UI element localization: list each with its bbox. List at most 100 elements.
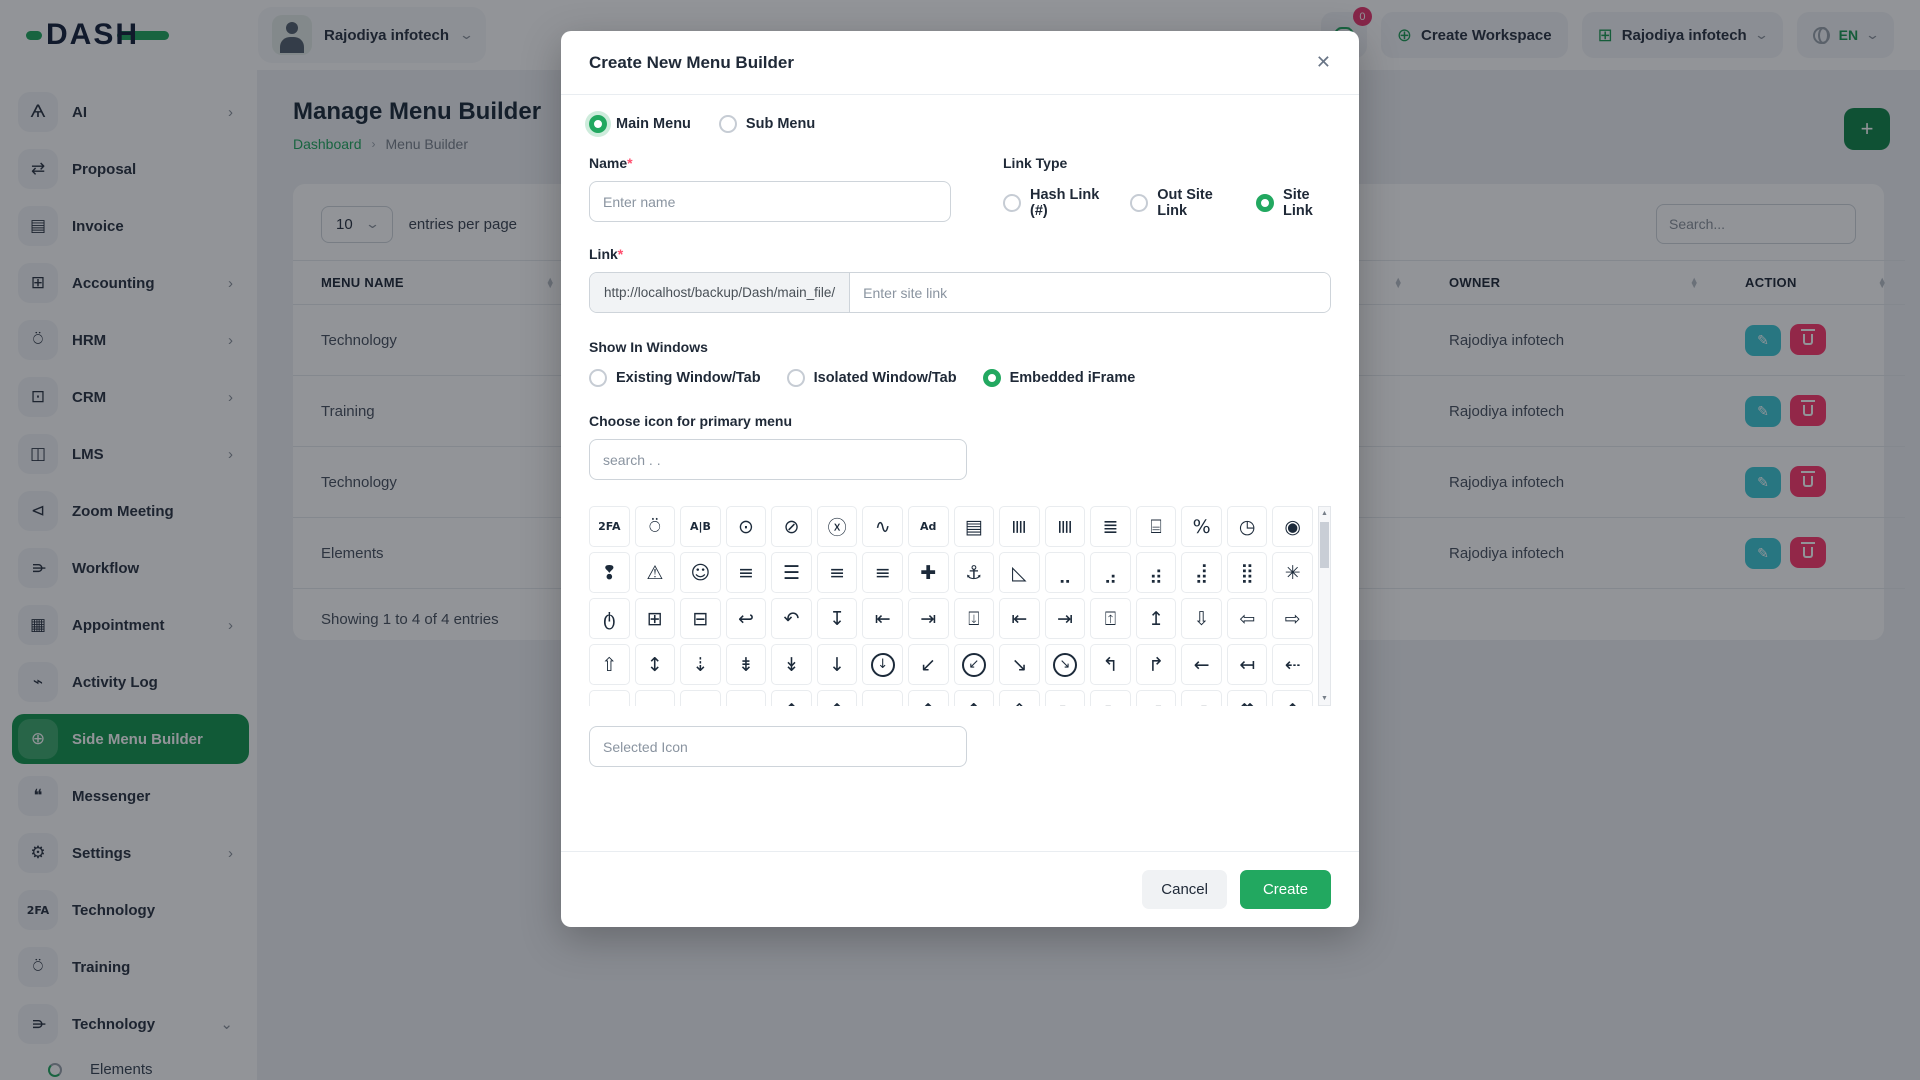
icon-option[interactable]: ⍐: [1090, 598, 1131, 639]
icon-option[interactable]: ↬: [725, 690, 767, 706]
icon-option[interactable]: ⇤: [862, 598, 903, 639]
icon-option[interactable]: ≡: [816, 552, 858, 593]
icon-option[interactable]: ⇤: [999, 598, 1040, 639]
close-icon[interactable]: ✕: [1316, 52, 1331, 73]
icon-option[interactable]: ❢: [589, 552, 630, 593]
scroll-down-icon[interactable]: ▼: [1319, 692, 1330, 705]
icon-option[interactable]: ↑: [907, 690, 949, 706]
icon-option[interactable]: ⇦: [1226, 598, 1268, 639]
icon-option[interactable]: ⇠: [1272, 644, 1313, 685]
icon-option[interactable]: ⇞: [771, 690, 812, 706]
radio-hash-link[interactable]: Hash Link (#): [1003, 187, 1104, 219]
icon-option[interactable]: ⇥: [1044, 598, 1086, 639]
icon-option[interactable]: ⚓: [953, 552, 995, 593]
icon-option[interactable]: ↰: [1090, 644, 1131, 685]
icon-option[interactable]: ⊞: [634, 598, 676, 639]
icon-search-input[interactable]: [589, 439, 967, 480]
icon-option[interactable]: ☺: [680, 552, 721, 593]
selected-icon-input[interactable]: [589, 726, 967, 767]
icon-option[interactable]: ⣿: [1226, 552, 1268, 593]
icon-option[interactable]: ⇑: [999, 690, 1040, 706]
icon-option[interactable]: Ad: [907, 506, 949, 547]
icon-option[interactable]: ↖: [1044, 690, 1086, 706]
icon-option[interactable]: ∿: [862, 506, 903, 547]
icon-option[interactable]: ◺: [999, 552, 1040, 593]
icon-option[interactable]: ≣: [1044, 506, 1086, 547]
icon-option[interactable]: ⚠: [634, 552, 676, 593]
icon-option[interactable]: ⣴: [1135, 552, 1177, 593]
icon-option[interactable]: ⇡: [953, 690, 995, 706]
radio-isolated-window[interactable]: Isolated Window/Tab: [786, 369, 957, 387]
icon-option[interactable]: ⇧: [589, 644, 630, 685]
icon-option[interactable]: ↙: [907, 644, 949, 685]
icon-option[interactable]: ⍥: [634, 506, 676, 547]
icon-option[interactable]: ⊟: [680, 598, 721, 639]
icon-option[interactable]: ↢: [589, 690, 630, 706]
icon-option[interactable]: ↟: [1272, 690, 1313, 706]
icon-option[interactable]: ⇈: [1226, 690, 1268, 706]
icon-option[interactable]: ≡: [725, 552, 767, 593]
icon-option[interactable]: ↫: [680, 690, 721, 706]
name-input[interactable]: [589, 181, 951, 222]
icon-option[interactable]: ↧: [816, 598, 858, 639]
icon-option[interactable]: ↘: [999, 644, 1040, 685]
radio-embedded-iframe[interactable]: Embedded iFrame: [982, 369, 1135, 387]
icon-grid-scrollbar[interactable]: ▲ ▼: [1318, 506, 1331, 706]
icon-option[interactable]: ▤: [953, 506, 995, 547]
icon-option[interactable]: ⇖: [1090, 690, 1131, 706]
icon-option[interactable]: ✳: [1272, 552, 1313, 593]
icon-option[interactable]: ⊘: [771, 506, 812, 547]
icon-option[interactable]: ⌸: [1135, 506, 1177, 547]
icon-option[interactable]: ⣼: [1181, 552, 1222, 593]
icon-option[interactable]: ←: [1181, 644, 1222, 685]
icon-option[interactable]: ↡: [771, 644, 812, 685]
icon-option[interactable]: ✚: [907, 552, 949, 593]
icon-option[interactable]: ↓: [816, 644, 858, 685]
icon-option[interactable]: ⇩: [1181, 598, 1222, 639]
icon-option[interactable]: ⇣: [680, 644, 721, 685]
icon-option[interactable]: ⇥: [907, 598, 949, 639]
radio-icon: [589, 369, 607, 387]
icon-option[interactable]: ≣: [1090, 506, 1131, 547]
icon-option[interactable]: ↤: [1226, 644, 1268, 685]
icon-option[interactable]: ↥: [1135, 598, 1177, 639]
icon-option[interactable]: ↣: [634, 690, 676, 706]
icon-option[interactable]: ≡: [862, 552, 903, 593]
cancel-button[interactable]: Cancel: [1142, 870, 1227, 909]
icon-option[interactable]: ◉: [1272, 506, 1313, 547]
icon-option[interactable]: ↠: [862, 690, 903, 706]
icon-option[interactable]: ↓: [862, 644, 903, 685]
scroll-up-icon[interactable]: ▲: [1319, 507, 1330, 520]
icon-option[interactable]: ↟: [816, 690, 858, 706]
radio-main-menu[interactable]: Main Menu: [589, 115, 691, 133]
icon-option[interactable]: ☰: [771, 552, 812, 593]
scrollbar-thumb[interactable]: [1320, 522, 1329, 568]
icon-option[interactable]: ↘: [1044, 644, 1086, 685]
icon-option[interactable]: ⍗: [953, 598, 995, 639]
site-link-input[interactable]: [850, 273, 1330, 312]
icon-option[interactable]: ≣: [999, 506, 1040, 547]
icon-option[interactable]: ↱: [1135, 644, 1177, 685]
icon-option[interactable]: ⇟: [725, 644, 767, 685]
icon-option[interactable]: %: [1181, 506, 1222, 547]
radio-sub-menu[interactable]: Sub Menu: [718, 115, 815, 133]
icon-option[interactable]: ⓧ: [816, 506, 858, 547]
icon-option[interactable]: ⇨: [1272, 598, 1313, 639]
icon-option[interactable]: ⇗: [1181, 690, 1222, 706]
icon-option[interactable]: 2FA: [589, 506, 630, 547]
create-button[interactable]: Create: [1239, 870, 1331, 909]
radio-site-link[interactable]: Site Link: [1256, 187, 1331, 219]
icon-option[interactable]: ↙: [953, 644, 995, 685]
icon-option[interactable]: ◷: [1226, 506, 1268, 547]
icon-option[interactable]: ტ: [589, 598, 630, 639]
icon-option[interactable]: ↕: [634, 644, 676, 685]
icon-option[interactable]: ⣀: [1044, 552, 1086, 593]
icon-option[interactable]: ↩: [725, 598, 767, 639]
icon-option[interactable]: ⊙: [725, 506, 767, 547]
icon-option[interactable]: ↗: [1135, 690, 1177, 706]
icon-option[interactable]: ↶: [771, 598, 812, 639]
icon-option[interactable]: A|B: [680, 506, 721, 547]
radio-out-site-link[interactable]: Out Site Link: [1130, 187, 1230, 219]
radio-existing-window[interactable]: Existing Window/Tab: [589, 369, 761, 387]
icon-option[interactable]: ⣠: [1090, 552, 1131, 593]
